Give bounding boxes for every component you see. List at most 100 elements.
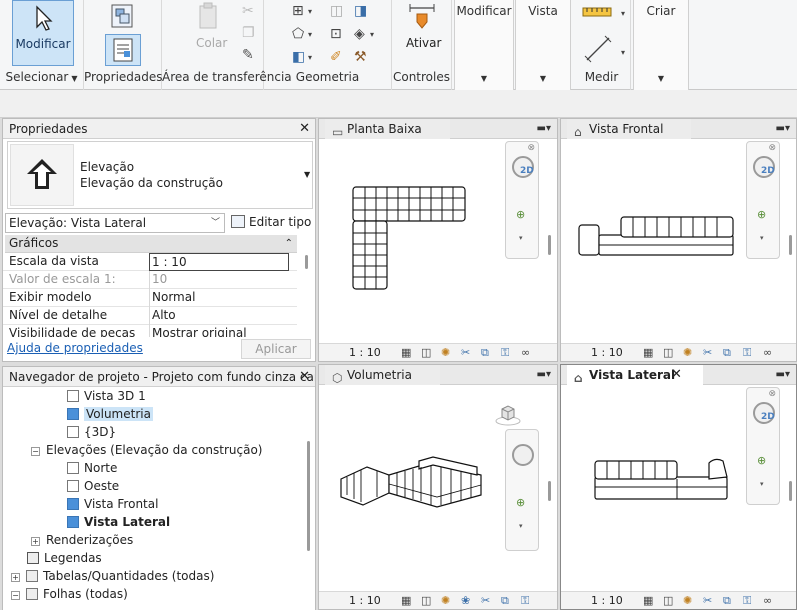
paste-icon[interactable] <box>196 2 222 32</box>
scrollbar[interactable] <box>789 235 792 255</box>
prop-row-parts-visibility[interactable]: Visibilidade de peças Mostrar original <box>3 325 297 337</box>
tree-group-elevacoes[interactable]: − Elevações (Elevação da construção) <box>31 441 263 459</box>
chevron-down-icon[interactable]: ▾ <box>760 480 764 488</box>
sun-path-icon[interactable]: ✺ <box>441 592 450 609</box>
crop-view-icon[interactable]: ✂ <box>461 344 470 361</box>
tab-vista-frontal[interactable]: ⌂ Vista Frontal <box>567 119 692 139</box>
tree-item-volumetria[interactable]: Volumetria <box>67 405 153 423</box>
chevron-down-icon[interactable]: ▾ <box>621 7 625 21</box>
aligned-dimension-icon[interactable] <box>583 34 613 64</box>
chevron-down-icon[interactable]: ▾ <box>760 234 764 242</box>
navigation-bar[interactable]: ⊗ 2D ⊕ ▾ <box>746 141 780 259</box>
tree-item-norte[interactable]: Norte <box>67 459 117 477</box>
close-icon[interactable]: ✕ <box>671 365 682 385</box>
join-icon[interactable]: ◨ <box>354 4 367 18</box>
dropdown-icon[interactable]: ▬▾ <box>776 365 790 385</box>
steering-wheel-icon[interactable] <box>512 444 534 466</box>
zoom-icon[interactable]: ⊕ <box>757 208 771 222</box>
viewport-volumetria[interactable]: ⬡ Volumetria ▬▾ ⊕ ▾ 1 : 10 ▦ ◫ ✺ ❀ ✂ ⧉ ⚿ <box>318 364 558 610</box>
tree-item-vista-3d-1[interactable]: Vista 3D 1 <box>67 387 146 405</box>
tab-modificar[interactable]: Modificar ▼ <box>454 0 514 90</box>
tree-group-renderizacoes[interactable]: + Renderizações <box>31 531 133 549</box>
chevron-down-icon[interactable]: ▾ <box>621 46 625 60</box>
prop-row-detail-level[interactable]: Nível de detalhe Alto <box>3 307 297 325</box>
apply-button[interactable]: Aplicar <box>241 339 311 359</box>
sun-path-icon[interactable]: ✺ <box>441 344 450 361</box>
type-properties-icon[interactable] <box>106 2 138 30</box>
crop-view-icon[interactable]: ✂ <box>703 592 712 609</box>
close-icon[interactable]: ⊗ <box>768 389 776 399</box>
edit-type-button[interactable]: Editar tipo <box>231 213 311 233</box>
tree-group-folhas[interactable]: − Folhas (todas) <box>11 585 128 603</box>
close-icon[interactable]: ✕ <box>299 119 310 138</box>
zoom-icon[interactable]: ⊕ <box>757 454 771 468</box>
measure-icon[interactable] <box>581 4 619 20</box>
chevron-down-icon[interactable]: ▾ <box>519 234 523 242</box>
activate-controls-icon[interactable] <box>408 2 436 30</box>
show-crop-icon[interactable]: ⧉ <box>481 344 489 361</box>
chevron-down-icon[interactable]: ▾ <box>308 28 312 42</box>
navigation-bar[interactable]: ⊗ 2D ⊕ ▾ <box>505 141 539 259</box>
chevron-down-icon[interactable]: ▾ <box>308 51 312 65</box>
temporary-hide-icon[interactable]: ∞ <box>763 592 772 609</box>
visual-style-icon[interactable]: ◫ <box>663 344 673 361</box>
render-icon[interactable]: ❀ <box>461 592 470 609</box>
match-properties-icon[interactable]: ✎ <box>242 48 254 62</box>
tab-vista[interactable]: Vista ▼ <box>515 0 571 90</box>
zoom-icon[interactable]: ⊕ <box>516 208 530 222</box>
detail-level-icon[interactable]: ▦ <box>401 592 411 609</box>
scrollbar[interactable] <box>548 481 551 501</box>
view-scale[interactable]: 1 : 10 <box>591 344 623 361</box>
demolish-icon[interactable]: ⚒ <box>354 50 367 64</box>
viewport-planta-baixa[interactable]: ▭ Planta Baixa ▬▾ ⊗ 2D ⊕ ▾ 1 : 10 ▦ ◫ ✺ … <box>318 118 558 362</box>
copy-icon[interactable]: ❐ <box>242 26 255 40</box>
unlock-3d-icon[interactable]: ⚿ <box>521 592 529 609</box>
tree-item-vista-lateral[interactable]: Vista Lateral <box>67 513 170 531</box>
visual-style-icon[interactable]: ◫ <box>663 592 673 609</box>
view-cube-icon[interactable] <box>495 401 521 427</box>
split-face-icon[interactable]: ⬠ <box>292 27 304 41</box>
navigation-bar[interactable]: ⊕ ▾ <box>505 429 539 551</box>
detail-level-icon[interactable]: ▦ <box>643 344 653 361</box>
visual-style-icon[interactable]: ◫ <box>421 592 431 609</box>
tree-item-vista-frontal[interactable]: Vista Frontal <box>67 495 158 513</box>
type-selector[interactable]: Elevação Elevação da construção ▼ <box>7 141 313 209</box>
tab-volumetria[interactable]: ⬡ Volumetria <box>325 365 440 385</box>
view-scale[interactable]: 1 : 10 <box>349 592 381 609</box>
close-icon[interactable]: ⊗ <box>527 143 535 153</box>
crop-view-icon[interactable]: ✂ <box>703 344 712 361</box>
chevron-down-icon[interactable]: ▼ <box>304 170 310 179</box>
zoom-icon[interactable]: ⊕ <box>516 496 530 510</box>
show-crop-icon[interactable]: ⧉ <box>723 592 731 609</box>
chevron-down-icon[interactable]: ▾ <box>308 5 312 19</box>
detail-level-icon[interactable]: ▦ <box>643 592 653 609</box>
tree-item-3d[interactable]: {3D} <box>67 423 116 441</box>
show-crop-icon[interactable]: ⧉ <box>723 344 731 361</box>
cut-icon[interactable]: ✂ <box>242 4 254 18</box>
viewport-vista-frontal[interactable]: ⌂ Vista Frontal ▬▾ ⊗ 2D ⊕ ▾ 1 : 10 ▦ ◫ ✺… <box>560 118 797 362</box>
dropdown-icon[interactable]: ▬▾ <box>776 119 790 139</box>
unlock-3d-icon[interactable]: ⚿ <box>743 344 751 361</box>
show-crop-icon[interactable]: ⧉ <box>501 592 509 609</box>
properties-button[interactable] <box>105 34 141 66</box>
tab-planta-baixa[interactable]: ▭ Planta Baixa <box>325 119 450 139</box>
join-roof-icon[interactable]: ◧ <box>292 50 305 64</box>
close-icon[interactable]: ⊗ <box>768 143 776 153</box>
viewport-vista-lateral[interactable]: ⌂ Vista Lateral ✕ ▬▾ ⊗ 2D ⊕ ▾ 1 : 10 ▦ ◫… <box>560 364 797 610</box>
prop-row-display-model[interactable]: Exibir modelo Normal <box>3 289 297 307</box>
dropdown-icon[interactable]: ▬▾ <box>537 119 551 139</box>
scrollbar[interactable] <box>305 255 308 269</box>
sun-path-icon[interactable]: ✺ <box>683 344 692 361</box>
wall-joins-icon[interactable]: ⊡ <box>330 27 342 41</box>
sun-path-icon[interactable]: ✺ <box>683 592 692 609</box>
tree-item-legendas[interactable]: Legendas <box>27 549 102 567</box>
scrollbar[interactable] <box>789 481 792 501</box>
cope-icon[interactable]: ⊞ <box>292 4 304 18</box>
visual-style-icon[interactable]: ◫ <box>421 344 431 361</box>
scale-input[interactable]: 1 : 10 <box>149 253 289 271</box>
temporary-hide-icon[interactable]: ∞ <box>763 344 772 361</box>
tree-group-tabelas[interactable]: + Tabelas/Quantidades (todas) <box>11 567 214 585</box>
instance-selector[interactable]: Elevação: Vista Lateral ﹀ <box>5 213 225 233</box>
prop-row-scale[interactable]: Escala da vista 1 : 10 <box>3 253 297 271</box>
temporary-hide-icon[interactable]: ∞ <box>521 344 530 361</box>
